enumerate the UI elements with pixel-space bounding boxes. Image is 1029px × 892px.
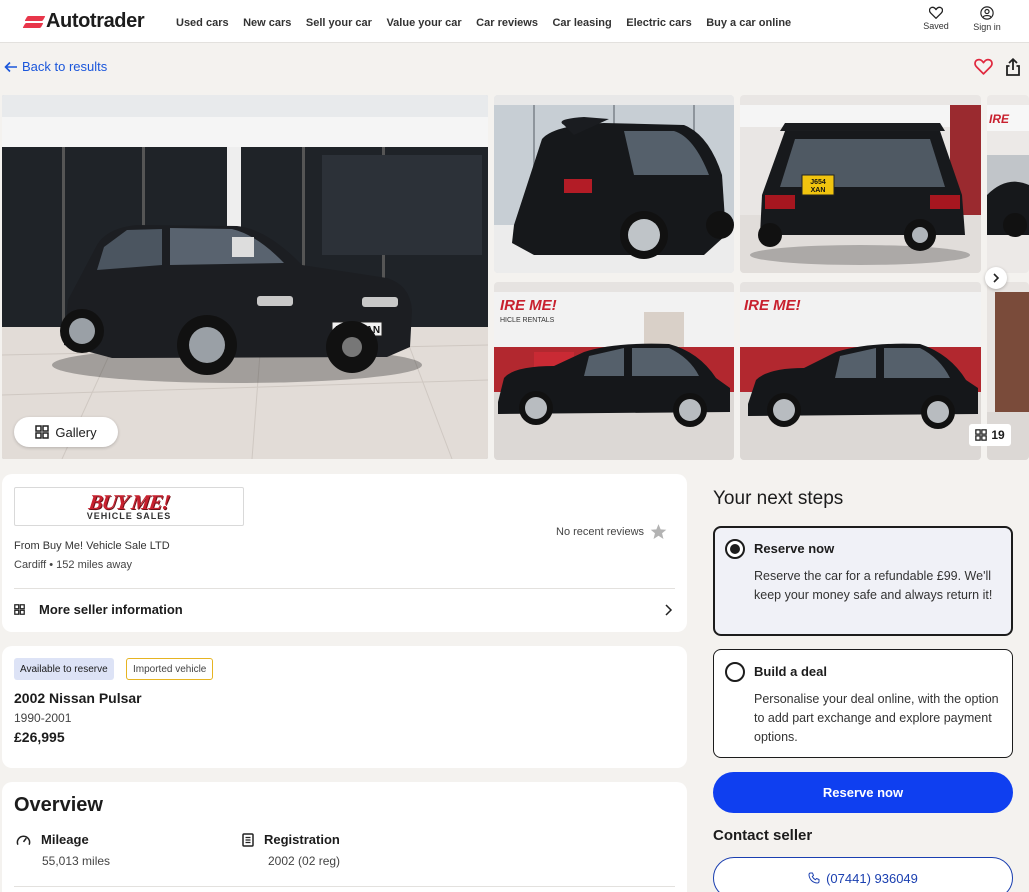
nav-value-your-car[interactable]: Value your car	[386, 17, 461, 29]
showroom-sign-subtext: HICLE RENTALS	[500, 317, 555, 324]
reserve-now-button[interactable]: Reserve now	[713, 772, 1013, 813]
car-photo-6[interactable]: IRE ME!	[740, 282, 981, 460]
overview-title: Overview	[14, 794, 103, 816]
user-icon	[980, 6, 994, 20]
more-seller-info-link[interactable]: More seller information	[14, 602, 675, 617]
share-icon	[1006, 57, 1020, 76]
seller-card: BUY ME! VEHICLE SALES No recent reviews …	[2, 474, 687, 632]
chevron-right-icon	[665, 604, 673, 616]
seller-phone-number: (07441) 936049	[826, 870, 918, 886]
build-a-deal-option-desc: Personalise your deal online, with the o…	[754, 692, 999, 744]
call-seller-button[interactable]: (07441) 936049	[713, 857, 1013, 892]
saved-button[interactable]: Saved	[916, 6, 956, 31]
registration-label: Registration	[264, 832, 340, 847]
nav-used-cars[interactable]: Used cars	[176, 17, 229, 29]
nav-car-leasing[interactable]: Car leasing	[552, 17, 611, 29]
next-steps-title: Your next steps	[713, 488, 844, 509]
share-button[interactable]	[1005, 57, 1021, 81]
divider	[14, 588, 675, 589]
registration-value: 2002 (02 reg)	[268, 854, 341, 868]
car-photo-5[interactable]: IRE ME! HICLE RENTALS	[494, 282, 734, 460]
grid-icon	[35, 425, 50, 439]
rear-plate-line1: J654	[810, 179, 826, 186]
build-a-deal-option-title: Build a deal	[754, 664, 827, 679]
reserve-now-option-desc: Reserve the car for a refundable £99. We…	[754, 569, 993, 602]
favourite-button[interactable]	[974, 58, 993, 80]
showroom-sign-text: IRE ME!	[500, 297, 557, 314]
imported-vehicle-badge: Imported vehicle	[126, 658, 214, 680]
main-nav: Used cars New cars Sell your car Value y…	[176, 17, 806, 29]
vehicle-summary-card: Available to reserve Imported vehicle 20…	[2, 646, 687, 768]
contact-seller-title: Contact seller	[713, 827, 813, 844]
reviews-text: No recent reviews	[556, 525, 645, 538]
reserve-now-option-title: Reserve now	[754, 541, 835, 556]
arrow-left-icon	[4, 61, 17, 72]
seller-reviews: No recent reviews	[556, 523, 667, 540]
vehicle-price: £26,995	[14, 729, 65, 745]
car-photo-3[interactable]: J654 XAN	[740, 95, 981, 273]
rear-plate-line2: XAN	[811, 187, 826, 194]
car-photo-2[interactable]	[494, 95, 734, 273]
heart-outline-icon	[974, 58, 993, 75]
more-seller-info-label: More seller information	[39, 602, 183, 617]
reserve-now-radio[interactable]	[725, 539, 745, 559]
site-header: Autotrader Used cars New cars Sell your …	[0, 0, 1029, 43]
nav-buy-online[interactable]: Buy a car online	[706, 17, 791, 29]
saved-label: Saved	[923, 21, 949, 31]
logo-text: Autotrader	[46, 10, 145, 32]
svg-text:IRE ME!: IRE ME!	[744, 297, 801, 314]
seller-location: Cardiff • 152 miles away	[14, 559, 132, 571]
svg-text:IRE: IRE	[989, 112, 1010, 126]
reserve-now-option[interactable]: Reserve now Reserve the car for a refund…	[713, 526, 1013, 636]
available-to-reserve-badge: Available to reserve	[14, 658, 114, 680]
seller-logo: BUY ME! VEHICLE SALES	[14, 487, 244, 526]
sign-in-label: Sign in	[973, 22, 1001, 32]
back-to-results-link[interactable]: Back to results	[4, 59, 107, 74]
photo-count-button[interactable]: 19	[969, 424, 1011, 446]
seller-logo-big: BUY ME!	[87, 489, 171, 514]
photo-count: 19	[991, 428, 1005, 442]
registration-spec: Registration 2002 (02 reg)	[242, 832, 340, 868]
heart-icon	[929, 6, 943, 19]
sign-in-button[interactable]: Sign in	[967, 6, 1007, 32]
autotrader-logo-mark-icon	[24, 15, 44, 29]
phone-icon	[808, 872, 820, 884]
seller-name: From Buy Me! Vehicle Sale LTD	[14, 540, 170, 552]
nav-car-reviews[interactable]: Car reviews	[476, 17, 538, 29]
vehicle-title: 2002 Nissan Pulsar	[14, 690, 142, 706]
gallery-next-button[interactable]	[985, 267, 1007, 289]
autotrader-logo[interactable]: Autotrader	[24, 10, 145, 33]
vehicle-years: 1990-2001	[14, 711, 72, 725]
build-a-deal-option[interactable]: Build a deal Personalise your deal onlin…	[713, 649, 1013, 758]
back-label: Back to results	[22, 59, 108, 74]
car-photo-4[interactable]: IRE	[987, 95, 1029, 273]
speedometer-icon	[16, 835, 31, 845]
main-car-photo[interactable]: J654 XAN	[2, 95, 488, 459]
gallery-button[interactable]: Gallery	[14, 417, 118, 447]
grid-icon	[975, 429, 988, 441]
mileage-spec: Mileage 55,013 miles	[16, 832, 110, 868]
nav-new-cars[interactable]: New cars	[243, 17, 291, 29]
mileage-value: 55,013 miles	[42, 854, 111, 868]
nav-sell-your-car[interactable]: Sell your car	[306, 17, 372, 29]
document-icon	[242, 832, 254, 847]
chevron-right-icon	[993, 273, 1000, 283]
photo-gallery: J654 XAN Gallery	[0, 95, 1029, 461]
nav-electric-cars[interactable]: Electric cars	[626, 17, 691, 29]
gallery-button-label: Gallery	[55, 424, 97, 440]
build-a-deal-radio[interactable]	[725, 662, 745, 682]
mileage-label: Mileage	[41, 832, 89, 847]
overview-card: Overview Mileage 55,013 miles Registrati…	[2, 782, 687, 892]
grid-icon	[14, 604, 25, 615]
divider	[14, 886, 675, 887]
star-icon	[650, 524, 667, 539]
